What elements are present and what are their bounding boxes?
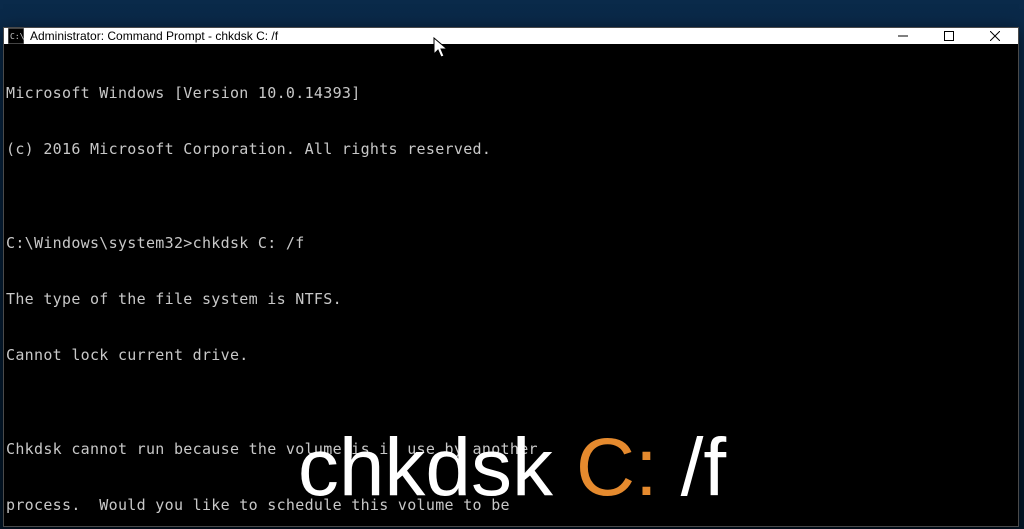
cmd-icon: C:\ xyxy=(8,28,24,44)
svg-text:C:\: C:\ xyxy=(10,32,24,41)
console-line: process. Would you like to schedule this… xyxy=(6,496,1016,515)
maximize-button[interactable] xyxy=(926,28,972,44)
console-output[interactable]: Microsoft Windows [Version 10.0.14393] (… xyxy=(4,44,1018,527)
command-prompt-window: C:\ Administrator: Command Prompt - chkd… xyxy=(3,27,1019,527)
console-line: Cannot lock current drive. xyxy=(6,346,1016,365)
titlebar[interactable]: C:\ Administrator: Command Prompt - chkd… xyxy=(4,28,1018,44)
window-title: Administrator: Command Prompt - chkdsk C… xyxy=(30,29,278,43)
minimize-button[interactable] xyxy=(880,28,926,44)
console-line: The type of the file system is NTFS. xyxy=(6,290,1016,309)
console-line: (c) 2016 Microsoft Corporation. All righ… xyxy=(6,140,1016,159)
screen: C:\ Administrator: Command Prompt - chkd… xyxy=(0,0,1024,529)
console-line: Chkdsk cannot run because the volume is … xyxy=(6,440,1016,459)
window-controls xyxy=(880,28,1018,44)
console-line: Microsoft Windows [Version 10.0.14393] xyxy=(6,84,1016,103)
console-line: C:\Windows\system32>chkdsk C: /f xyxy=(6,234,1016,253)
close-button[interactable] xyxy=(972,28,1018,44)
